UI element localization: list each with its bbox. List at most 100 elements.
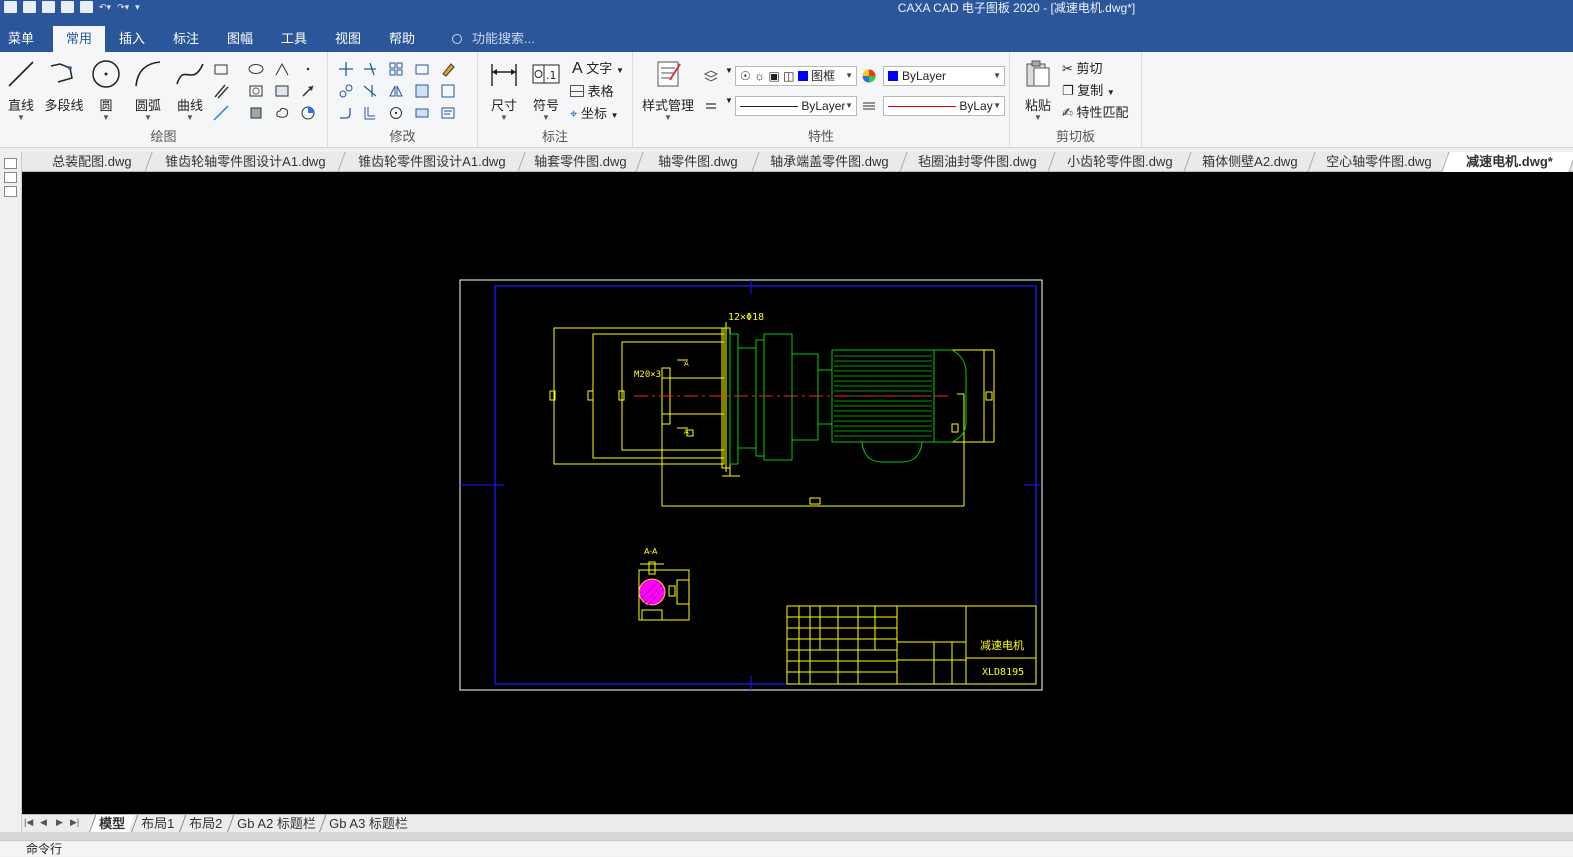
cut-button[interactable]: ✂ 剪切 [1062,58,1103,77]
leader-arrow-icon[interactable] [300,83,316,99]
erase-icon[interactable] [440,61,456,77]
coordinate-icon: ⌖ [570,106,578,121]
circle-button[interactable]: 圆 ▼ [90,58,122,122]
copy-button[interactable]: ❐ 复制 ▼ [1062,80,1115,99]
offset-icon[interactable] [362,105,378,121]
rotate-icon[interactable] [388,105,404,121]
color-combo[interactable]: ByLayer ▼ [883,66,1005,86]
style-manager-button[interactable]: 样式管理 ▼ [638,58,698,122]
linetype-sample [740,106,798,107]
tab-menu[interactable]: 菜单 [0,26,42,52]
layout-tab[interactable]: Gb A3 标题栏 [318,815,418,833]
lightbulb-on-icon: ☉ [740,69,751,83]
match-properties-button[interactable]: ✍ 特性匹配 [1062,102,1129,121]
array-icon[interactable] [388,61,404,77]
doc-tab[interactable]: 总装配图.dwg [32,152,153,172]
doc-tab-active[interactable]: 减速电机.dwg* [1442,152,1573,172]
doc-tab[interactable]: 轴套零件图.dwg [518,152,644,172]
properties-edit-icon[interactable] [440,105,456,121]
layer-combo[interactable]: ☉ ☼ ▣ ◫ 图框 ▼ [735,66,857,86]
dimension-button[interactable]: 尺寸 ▼ [486,58,522,122]
tab-help[interactable]: 帮助 [380,26,424,52]
symbol-label: 符号 [532,98,559,113]
break-icon[interactable] [440,83,456,99]
align-dropdown-arrow[interactable]: ▼ [725,96,733,105]
arc-button[interactable]: 圆弧 ▼ [130,58,166,122]
tab-insert[interactable]: 插入 [110,26,154,52]
sheet-outer-border [459,279,1043,691]
layout-tab[interactable]: Gb A2 标题栏 [226,815,326,833]
layout-tab[interactable]: 布局1 [130,815,184,833]
tab-tools[interactable]: 工具 [272,26,316,52]
doc-tab[interactable]: 箱体侧壁A2.dwg [1184,152,1316,172]
doc-tab[interactable]: 小齿轮零件图.dwg [1048,152,1192,172]
line-icon [8,61,34,87]
mirror-icon[interactable] [388,83,404,99]
scale-icon[interactable] [414,61,430,77]
tab-sheet[interactable]: 图幅 [218,26,262,52]
last-layout-icon[interactable]: ▶| [70,817,79,828]
move-icon[interactable] [338,61,354,77]
ribbon-tab-row: 菜单 常用 插入 标注 图幅 工具 视图 帮助 功能搜索... [0,26,1573,53]
layout-tab[interactable]: 布局2 [178,815,232,833]
design-center-icon[interactable] [4,186,17,197]
paste-button[interactable]: 粘贴 ▼ [1020,58,1056,122]
text-icon: A [572,60,583,77]
layout-tab-model[interactable]: 模型 [88,815,135,833]
fillet-icon[interactable] [338,105,354,121]
doc-tab[interactable]: 轴零件图.dwg [636,152,760,172]
doc-tab[interactable]: 锥齿轮零件图设计A1.dwg [338,152,526,172]
color-wheel-icon[interactable] [861,68,877,84]
tolerance-symbol-icon: .1 [532,64,560,84]
curve-button[interactable]: 曲线 ▼ [172,58,208,122]
trim-icon[interactable] [362,61,378,77]
explode-icon[interactable] [414,105,430,121]
group-modify: 修改 [328,52,478,148]
symbol-button[interactable]: .1 符号 ▼ [528,58,564,122]
cloud-icon[interactable] [274,105,290,121]
polyline-button[interactable]: 多段线 [42,58,86,114]
table-button[interactable]: 表格 [570,81,614,100]
drawing-canvas[interactable]: 12×Φ18 M20×3 A A A-A 减速电机 XLD8195 [22,172,1573,814]
feature-search[interactable]: 功能搜索... [452,26,535,52]
tab-home[interactable]: 常用 [53,26,105,53]
layer-dropdown-arrow[interactable]: ▼ [725,66,733,75]
parallel-line-icon[interactable] [213,83,229,99]
layer-tool-icon[interactable] [4,158,17,169]
line-button[interactable]: 直线 ▼ [4,58,38,122]
coordinate-button[interactable]: ⌖ 坐标 ▼ [570,103,619,122]
first-layout-icon[interactable]: |◀ [24,817,33,828]
extend-icon[interactable] [362,83,378,99]
layer-manager-icon[interactable] [703,68,719,84]
block-icon[interactable] [274,83,290,99]
next-layout-icon[interactable]: ▶ [56,817,63,828]
point-icon[interactable] [300,61,316,77]
doc-tab[interactable]: 轴承端盖零件图.dwg [752,152,908,172]
dimension-icon [491,64,517,86]
property-tool-icon[interactable] [4,172,17,183]
lineweight-combo[interactable]: ByLay ▼ [883,96,1005,116]
doc-tab[interactable]: 毡圈油封零件图.dwg [900,152,1056,172]
prev-layout-icon[interactable]: ◀ [40,817,47,828]
tab-annotate[interactable]: 标注 [164,26,208,52]
section-mark-bottom: A [684,428,689,436]
rectangle-icon[interactable] [213,61,229,77]
linetype-combo[interactable]: ByLayer ▼ [735,96,857,116]
paste-label: 粘贴 [1024,98,1051,113]
xline-icon[interactable] [213,105,229,121]
command-line[interactable]: 命令行 [0,840,1573,856]
doc-tab[interactable]: 锥齿轮轴零件图设计A1.dwg [145,152,346,172]
tab-view[interactable]: 视图 [326,26,370,52]
hatch-icon[interactable] [248,83,264,99]
centerline-icon[interactable] [274,61,290,77]
copy-object-icon[interactable] [338,83,354,99]
wipeout-icon[interactable] [300,105,316,121]
doc-tab[interactable]: 空心轴零件图.dwg [1308,152,1450,172]
horizontal-scrollbar[interactable] [0,832,1573,840]
region-icon[interactable] [248,105,264,121]
ellipse-icon[interactable] [248,61,264,77]
lineweight-icon[interactable] [861,98,877,114]
align-icon[interactable] [703,98,719,114]
text-button[interactable]: A 文字 ▼ [572,58,624,78]
stretch-icon[interactable] [414,83,430,99]
